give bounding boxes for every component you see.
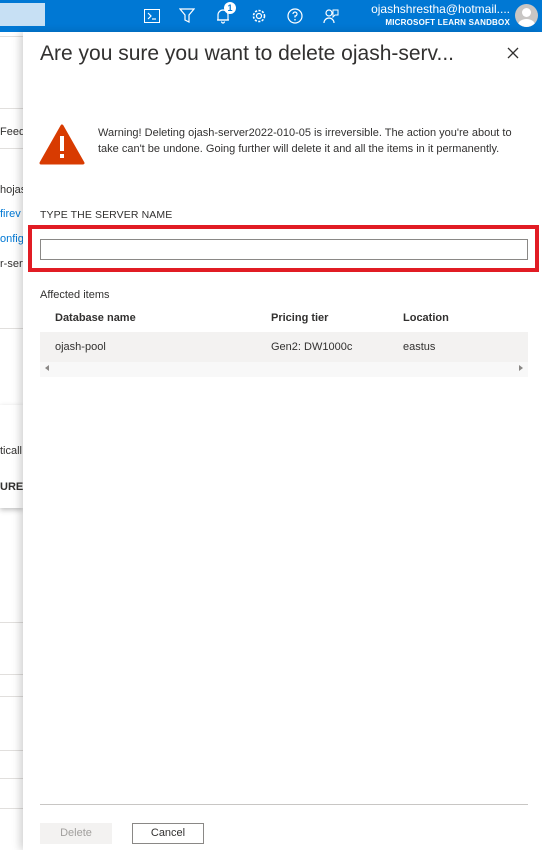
column-header-database[interactable]: Database name <box>55 312 136 324</box>
delete-dialog: Are you sure you want to delete ojash-se… <box>23 32 542 850</box>
account-info[interactable]: ojashshrestha@hotmail.... MICROSOFT LEAR… <box>371 2 510 28</box>
notifications-icon[interactable]: 1 <box>212 2 236 27</box>
column-header-location[interactable]: Location <box>403 312 449 324</box>
horizontal-scrollbar[interactable] <box>40 362 528 377</box>
warning-icon <box>39 124 85 170</box>
bg-fragment: Feed <box>0 126 23 138</box>
bg-fragment-link[interactable]: firev <box>0 208 21 220</box>
column-header-pricing-tier[interactable]: Pricing tier <box>271 312 328 324</box>
avatar[interactable] <box>515 4 538 27</box>
bg-fragment: URE <box>0 481 23 493</box>
cancel-button[interactable]: Cancel <box>132 823 204 844</box>
cloud-shell-icon[interactable] <box>141 5 163 27</box>
background-card: ticall URE <box>0 405 23 508</box>
cell-pricing-tier: Gen2: DW1000c <box>271 341 353 353</box>
table-row[interactable]: ojash-pool Gen2: DW1000c eastus <box>40 332 528 362</box>
scroll-left-icon[interactable] <box>45 365 49 371</box>
feedback-icon[interactable] <box>320 5 342 27</box>
bg-fragment: r-serv <box>0 258 23 270</box>
account-email: ojashshrestha@hotmail.... <box>371 2 510 16</box>
avatar-head <box>522 8 531 17</box>
affected-items-header: Database name Pricing tier Location <box>40 308 528 332</box>
settings-icon[interactable] <box>248 5 270 27</box>
scroll-right-icon[interactable] <box>519 365 523 371</box>
close-icon[interactable] <box>505 45 521 61</box>
search-box[interactable] <box>0 3 45 26</box>
account-directory: MICROSOFT LEARN SANDBOX <box>385 18 510 27</box>
help-icon[interactable] <box>284 5 306 27</box>
affected-items-label: Affected items <box>40 289 110 301</box>
dialog-title: Are you sure you want to delete ojash-se… <box>40 42 454 65</box>
cell-location: eastus <box>403 341 436 353</box>
top-bar: 1 ojashshrestha@hotmail.... MICROSOFT LE… <box>0 0 542 32</box>
warning-message: Warning! Deleting ojash-server2022-010-0… <box>98 127 512 155</box>
directory-filter-icon[interactable] <box>176 5 198 27</box>
avatar-body <box>518 19 535 27</box>
footer-divider <box>40 804 528 805</box>
server-name-label: TYPE THE SERVER NAME <box>40 209 173 221</box>
bg-fragment: hojas <box>0 184 23 196</box>
cell-database-name: ojash-pool <box>55 341 106 353</box>
bg-fragment: ticall <box>0 445 23 457</box>
bg-fragment-link[interactable]: onfig <box>0 233 23 245</box>
delete-button[interactable]: Delete <box>40 823 112 844</box>
notification-badge: 1 <box>224 2 236 14</box>
server-name-input[interactable] <box>40 239 528 260</box>
background-page: Feed hojas firev onfig r-serv ticall URE <box>0 32 23 850</box>
